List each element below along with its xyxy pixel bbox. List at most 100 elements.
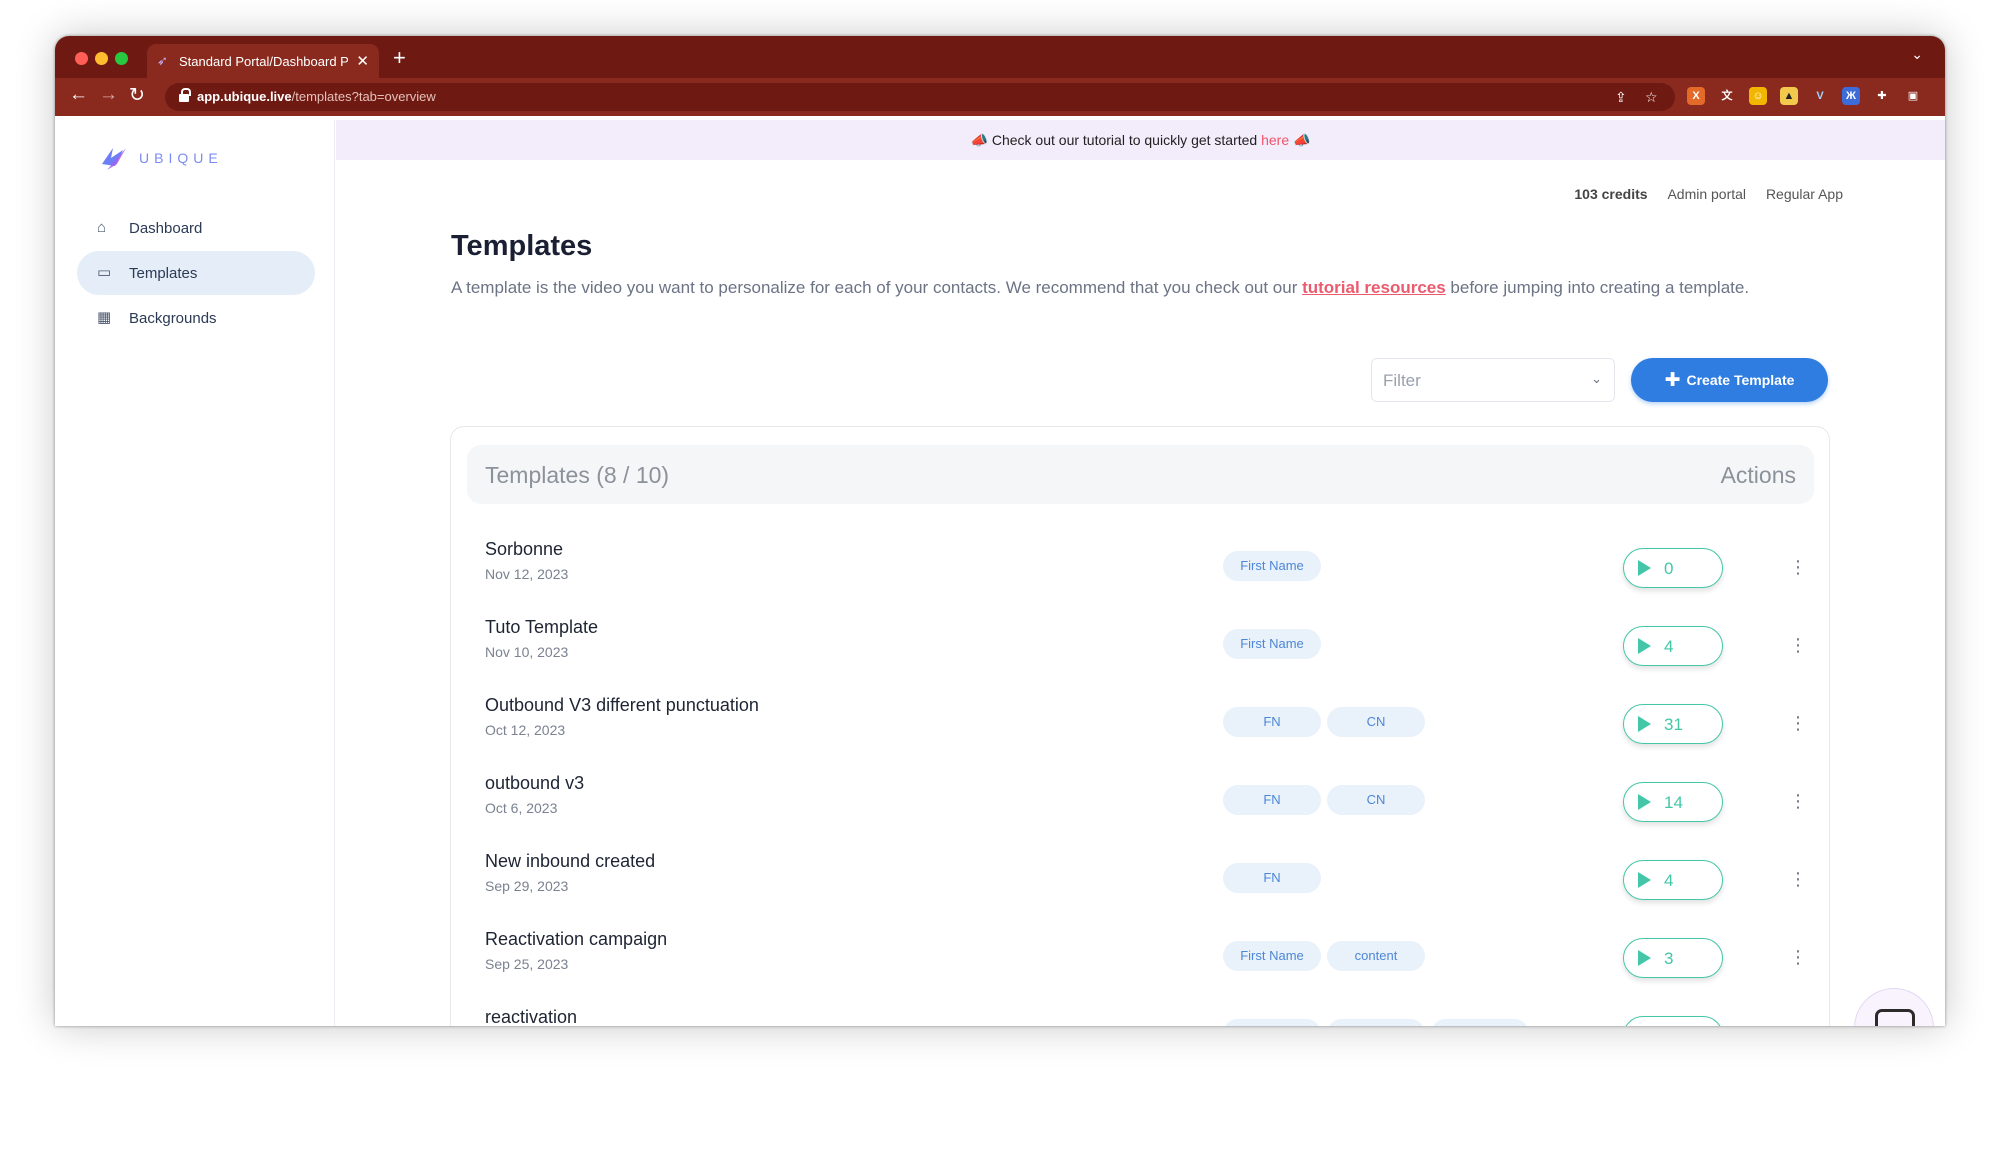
minimize-window-button[interactable] xyxy=(95,52,108,65)
variable-tag: content xyxy=(1327,941,1425,971)
sidebar-item-label: Backgrounds xyxy=(129,309,217,327)
filter-placeholder: Filter xyxy=(1383,371,1421,390)
browser-tab-bar: ➶ Standard Portal/Dashboard Pa ✕ + ⌄ xyxy=(55,36,1945,78)
variable-tag: First Name xyxy=(1223,941,1321,971)
play-icon xyxy=(1638,638,1651,654)
table-row[interactable]: outbound v3 Oct 6, 2023 FN CN 14 ⋮ xyxy=(451,773,1831,851)
new-tab-icon[interactable]: + xyxy=(393,45,406,71)
megaphone-icon: 📣 xyxy=(1293,132,1311,148)
extension-3-icon[interactable]: ☺ xyxy=(1749,87,1767,105)
sidebar-item-backgrounds[interactable]: ▦ Backgrounds xyxy=(77,296,315,340)
template-date: Nov 10, 2023 xyxy=(485,644,569,660)
table-row[interactable]: Reactivation campaign Sep 25, 2023 First… xyxy=(451,929,1831,1007)
sidebar-item-dashboard[interactable]: ⌂ Dashboard xyxy=(77,206,315,250)
lock-icon xyxy=(179,88,191,102)
play-count-button[interactable]: 4 xyxy=(1623,626,1723,666)
template-name[interactable]: New inbound created xyxy=(485,851,655,872)
variable-tags: FN CN xyxy=(1223,785,1431,815)
play-count-button[interactable]: 3 xyxy=(1623,938,1723,978)
megaphone-icon: 📣 xyxy=(970,132,988,148)
create-template-button[interactable]: ✚ Create Template xyxy=(1631,358,1828,402)
share-icon[interactable]: ⇪ xyxy=(1615,89,1627,106)
extension-5-icon[interactable]: V xyxy=(1811,87,1829,105)
template-name[interactable]: Outbound V3 different punctuation xyxy=(485,695,759,716)
address-bar[interactable]: app.ubique.live/templates?tab=overview ⇪… xyxy=(165,83,1675,111)
table-row[interactable]: Tuto Template Nov 10, 2023 First Name 4 … xyxy=(451,617,1831,695)
chat-widget-button[interactable] xyxy=(1854,988,1934,1026)
templates-table: Templates (8 / 10) Actions Sorbonne Nov … xyxy=(450,426,1830,1026)
play-count-button[interactable]: 14 xyxy=(1623,782,1723,822)
play-count-button[interactable]: 4 xyxy=(1623,860,1723,900)
actions-header: Actions xyxy=(1720,462,1796,488)
extension-2-icon[interactable]: 文 xyxy=(1718,87,1736,105)
play-count: 14 xyxy=(1664,793,1683,812)
sidebar: UBIQUE ⌂ Dashboard ▭ Templates ▦ Backgro… xyxy=(55,120,335,1026)
play-count-button[interactable]: 0 xyxy=(1623,548,1723,588)
ubique-logo-icon xyxy=(102,148,126,170)
template-name[interactable]: reactivation xyxy=(485,1007,577,1026)
play-icon xyxy=(1638,950,1651,966)
tab-search-chevron-icon[interactable]: ⌄ xyxy=(1911,46,1923,63)
tutorial-banner: 📣 Check out our tutorial to quickly get … xyxy=(336,120,1945,160)
table-title: Templates (8 / 10) xyxy=(485,462,670,488)
ubique-favicon-icon: ➶ xyxy=(157,53,168,68)
close-tab-icon[interactable]: ✕ xyxy=(356,52,369,70)
back-arrow-icon[interactable]: ← xyxy=(69,84,88,106)
template-name[interactable]: Reactivation campaign xyxy=(485,929,667,950)
play-icon xyxy=(1638,560,1651,576)
admin-portal-link[interactable]: Admin portal xyxy=(1667,186,1746,202)
sidebar-item-label: Dashboard xyxy=(129,219,203,237)
regular-app-link[interactable]: Regular App xyxy=(1766,186,1843,202)
template-name[interactable]: Sorbonne xyxy=(485,539,563,560)
more-options-icon[interactable]: ⋮ xyxy=(1789,631,1807,659)
variable-tag: FN xyxy=(1223,707,1321,737)
page-description: A template is the video you want to pers… xyxy=(451,278,1750,297)
forward-arrow-icon[interactable]: → xyxy=(99,84,118,106)
more-options-icon[interactable]: ⋮ xyxy=(1789,787,1807,815)
table-row[interactable]: reactivation xyxy=(451,1007,1831,1026)
app-viewport: UBIQUE ⌂ Dashboard ▭ Templates ▦ Backgro… xyxy=(55,120,1945,1026)
reload-icon[interactable]: ↻ xyxy=(129,84,145,107)
tutorial-resources-link[interactable]: tutorial resources xyxy=(1302,278,1446,297)
extension-4-icon[interactable]: ▲ xyxy=(1780,87,1798,105)
play-icon xyxy=(1638,794,1651,810)
more-options-icon[interactable]: ⋮ xyxy=(1789,943,1807,971)
table-row[interactable]: New inbound created Sep 29, 2023 FN 4 ⋮ xyxy=(451,851,1831,929)
header-links: 103 credits Admin portal Regular App xyxy=(1574,186,1843,202)
brand-logo-text: UBIQUE xyxy=(139,150,223,166)
variable-tag: CN xyxy=(1327,785,1425,815)
chevron-down-icon: ⌄ xyxy=(1591,371,1602,386)
template-name[interactable]: Tuto Template xyxy=(485,617,598,638)
sidepanel-icon[interactable]: ▣ xyxy=(1904,87,1922,105)
variable-tags: FN CN xyxy=(1223,707,1431,737)
play-count: 3 xyxy=(1664,949,1674,968)
sidebar-item-templates[interactable]: ▭ Templates xyxy=(77,251,315,295)
url-text: app.ubique.live/templates?tab=overview xyxy=(197,89,436,104)
filter-select[interactable]: Filter ⌄ xyxy=(1371,358,1615,402)
bookmark-star-icon[interactable]: ☆ xyxy=(1645,89,1658,106)
brand-logo[interactable]: UBIQUE xyxy=(99,144,223,172)
play-count: 31 xyxy=(1664,715,1683,734)
variable-tag: First Name xyxy=(1223,551,1321,581)
play-count-button[interactable] xyxy=(1623,1016,1723,1026)
extension-6-icon[interactable]: Ж xyxy=(1842,87,1860,105)
table-row[interactable]: Outbound V3 different punctuation Oct 12… xyxy=(451,695,1831,773)
extensions-puzzle-icon[interactable]: ✚ xyxy=(1873,87,1891,105)
more-options-icon[interactable]: ⋮ xyxy=(1789,709,1807,737)
close-window-button[interactable] xyxy=(75,52,88,65)
browser-tab[interactable]: ➶ Standard Portal/Dashboard Pa ✕ xyxy=(147,44,379,78)
play-count-button[interactable]: 31 xyxy=(1623,704,1723,744)
table-row[interactable]: Sorbonne Nov 12, 2023 First Name 0 ⋮ xyxy=(451,539,1831,617)
more-options-icon[interactable]: ⋮ xyxy=(1789,553,1807,581)
template-name[interactable]: outbound v3 xyxy=(485,773,584,794)
variable-tag: FN xyxy=(1223,785,1321,815)
maximize-window-button[interactable] xyxy=(115,52,128,65)
plus-icon: ✚ xyxy=(1664,369,1681,391)
banner-tutorial-link[interactable]: here xyxy=(1261,132,1289,148)
template-date: Oct 12, 2023 xyxy=(485,722,566,738)
extension-1-icon[interactable]: X xyxy=(1687,87,1705,105)
variable-tag: CN xyxy=(1327,707,1425,737)
home-icon: ⌂ xyxy=(97,219,107,236)
template-date: Nov 12, 2023 xyxy=(485,566,569,582)
more-options-icon[interactable]: ⋮ xyxy=(1789,865,1807,893)
